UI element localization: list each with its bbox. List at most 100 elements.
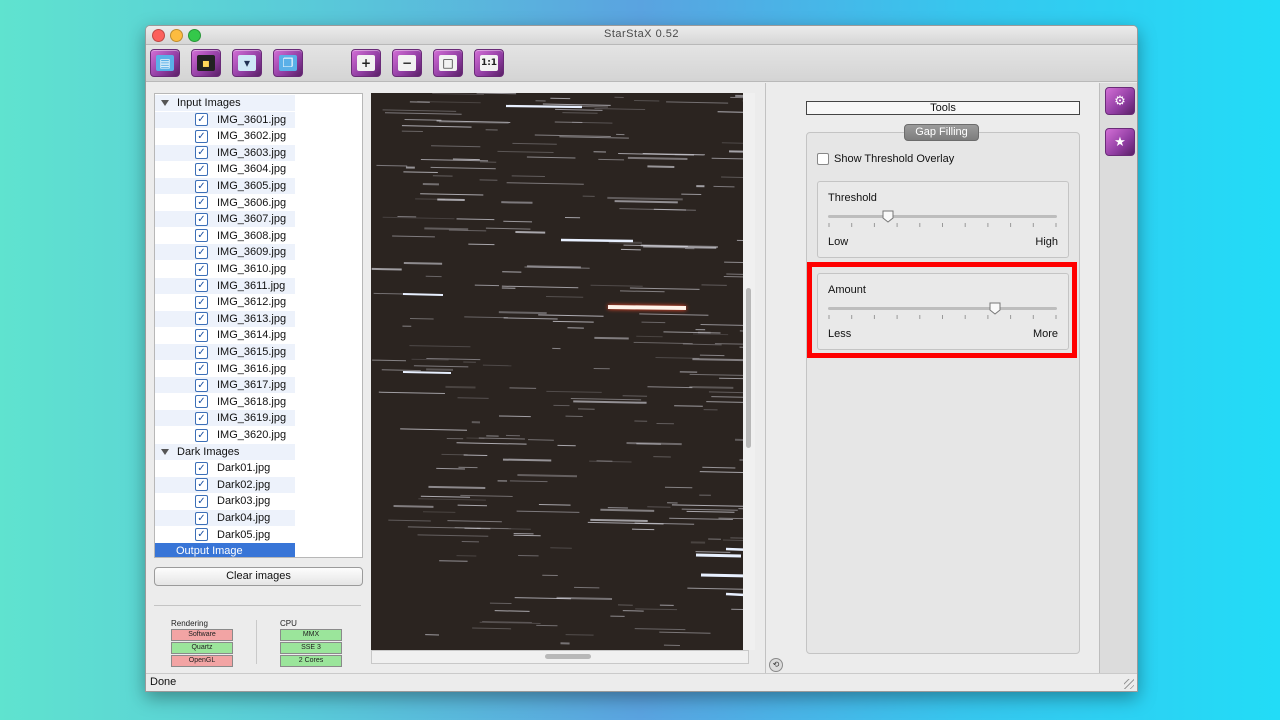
tab-gap-filling[interactable]: Gap Filling [904,124,979,141]
checkbox-icon[interactable]: ✓ [195,129,208,143]
tree-item-input-image[interactable]: ✓ IMG_3605.jpg [155,178,295,194]
star-trail [417,534,489,537]
checkbox-icon[interactable]: ✓ [195,428,208,442]
disclosure-triangle-icon[interactable] [161,448,169,455]
star-trail [382,109,457,112]
star-trail [472,627,512,630]
tree-item-dark-image[interactable]: ✓ Dark05.jpg [155,527,295,543]
checkbox-icon[interactable]: ✓ [195,494,208,508]
checkbox-icon[interactable]: ✓ [195,362,208,376]
stacking-settings-button[interactable]: ⚙ [1105,87,1135,115]
checkbox-icon[interactable]: ✓ [195,229,208,243]
checkbox-icon[interactable]: ✓ [195,113,208,127]
file-name: IMG_3606.jpg [217,196,287,209]
checkbox-box[interactable] [817,153,829,165]
star-trail [626,442,682,446]
file-name: Dark02.jpg [217,478,271,491]
checkbox-icon[interactable]: ✓ [195,395,208,409]
checkbox-icon[interactable]: ✓ [195,528,208,542]
tree-item-input-image[interactable]: ✓ IMG_3603.jpg [155,144,295,161]
zoom-in-button[interactable]: + [351,49,381,77]
checkbox-icon[interactable]: ✓ [195,196,208,210]
checkbox-icon[interactable]: ✓ [195,478,208,492]
threshold-slider-knob[interactable] [882,210,894,223]
horizontal-scrollbar[interactable] [371,650,749,664]
tree-item-input-image[interactable]: ✓ IMG_3612.jpg [155,294,295,310]
gap-filling-button[interactable]: ★ [1105,128,1135,156]
show-threshold-overlay-checkbox[interactable]: Show Threshold Overlay [817,153,954,165]
image-preview[interactable] [371,93,743,650]
checkbox-icon[interactable]: ✓ [195,328,208,342]
disclosure-triangle-icon[interactable] [161,100,169,106]
tree-item-dark-image[interactable]: ✓ Dark04.jpg [155,510,295,526]
checkbox-icon[interactable]: ✓ [195,461,208,475]
open-dark-images-button[interactable]: ▪ [191,49,221,77]
checkbox-icon[interactable]: ✓ [195,279,208,293]
side-toolbar: ⚙ ★ [1099,83,1137,673]
star-trail [420,495,471,498]
tree-item-dark-image[interactable]: ✓ Dark02.jpg [155,476,295,493]
tree-item-output-image[interactable]: Output Image [155,543,295,557]
zoom-fit-button[interactable]: □ [433,49,463,77]
checkbox-icon[interactable]: ✓ [195,245,208,259]
file-name: Dark04.jpg [217,512,271,524]
tree-item-dark-image[interactable]: ✓ Dark03.jpg [155,493,295,509]
star-trail [726,273,743,275]
checkbox-icon[interactable]: ✓ [195,212,208,226]
save-image-button[interactable]: ▾ [232,49,262,77]
scroll-thumb[interactable] [746,288,751,448]
checkbox-icon[interactable]: ✓ [195,411,208,425]
tree-item-input-image[interactable]: ✓ IMG_3606.jpg [155,195,295,211]
checkbox-icon[interactable]: ✓ [195,511,208,525]
star-trail [607,196,683,201]
tree-item-input-image[interactable]: ✓ IMG_3601.jpg [155,111,295,128]
tree-item-input-image[interactable]: ✓ IMG_3609.jpg [155,244,295,261]
tree-item-input-image[interactable]: ✓ IMG_3614.jpg [155,327,295,343]
checkbox-icon[interactable]: ✓ [195,162,208,176]
tree-item-input-image[interactable]: ✓ IMG_3604.jpg [155,161,295,177]
checkbox-icon[interactable]: ✓ [195,146,208,160]
checkbox-icon[interactable]: ✓ [195,312,208,326]
checkbox-icon[interactable]: ✓ [195,378,208,392]
tree-item-input-image[interactable]: ✓ IMG_3615.jpg [155,344,295,360]
resize-grip[interactable] [1124,679,1134,689]
clear-images-button[interactable]: Clear images [154,567,363,586]
tree-group-dark-images[interactable]: Dark Images [155,443,295,460]
file-name: IMG_3611.jpg [217,279,286,292]
save-all-button[interactable]: ❐ [273,49,303,77]
star-trail [594,336,629,340]
tree-item-input-image[interactable]: ✓ IMG_3602.jpg [155,128,295,144]
scroll-thumb[interactable] [545,654,591,659]
tree-item-input-image[interactable]: ✓ IMG_3620.jpg [155,427,295,443]
threshold-slider-track[interactable] [828,215,1057,218]
checkbox-icon[interactable]: ✓ [195,295,208,309]
tree-item-dark-image[interactable]: ✓ Dark01.jpg [155,460,295,476]
tree-item-input-image[interactable]: ✓ IMG_3607.jpg [155,211,295,228]
tree-item-input-image[interactable]: ✓ IMG_3619.jpg [155,410,295,427]
star-trail [729,150,743,153]
checkbox-icon[interactable]: ✓ [195,345,208,359]
zoom-actual-button[interactable]: 1:1 [474,49,504,77]
zoom-out-button[interactable]: − [392,49,422,77]
tree-item-input-image[interactable]: ✓ IMG_3611.jpg [155,277,295,294]
star-trail [503,220,533,223]
tree-item-input-image[interactable]: ✓ IMG_3616.jpg [155,361,295,377]
star-trail [436,467,465,470]
tree-item-input-image[interactable]: ✓ IMG_3608.jpg [155,228,295,244]
status-bar: Done [146,673,1137,691]
tree-item-input-image[interactable]: ✓ IMG_3617.jpg [155,377,295,394]
tree-item-input-image[interactable]: ✓ IMG_3618.jpg [155,394,295,410]
star-trail [681,508,738,511]
open-images-button[interactable]: ▤ [150,49,180,77]
tree-item-input-image[interactable]: ✓ IMG_3613.jpg [155,310,295,327]
reset-view-icon[interactable]: ⟲ [769,658,783,672]
image-tree[interactable]: Input Images ✓ IMG_3601.jpg ✓ IMG_3602.jpg ✓ I… [154,93,363,558]
panel-divider[interactable] [765,83,766,673]
tree-item-input-image[interactable]: ✓ IMG_3610.jpg [155,261,295,277]
star-trail [687,587,743,590]
checkbox-icon[interactable]: ✓ [195,179,208,193]
star-trail [511,175,545,177]
checkbox-icon[interactable]: ✓ [195,262,208,276]
tree-group-input-images[interactable]: Input Images [155,95,295,111]
vertical-scrollbar[interactable] [743,93,755,650]
